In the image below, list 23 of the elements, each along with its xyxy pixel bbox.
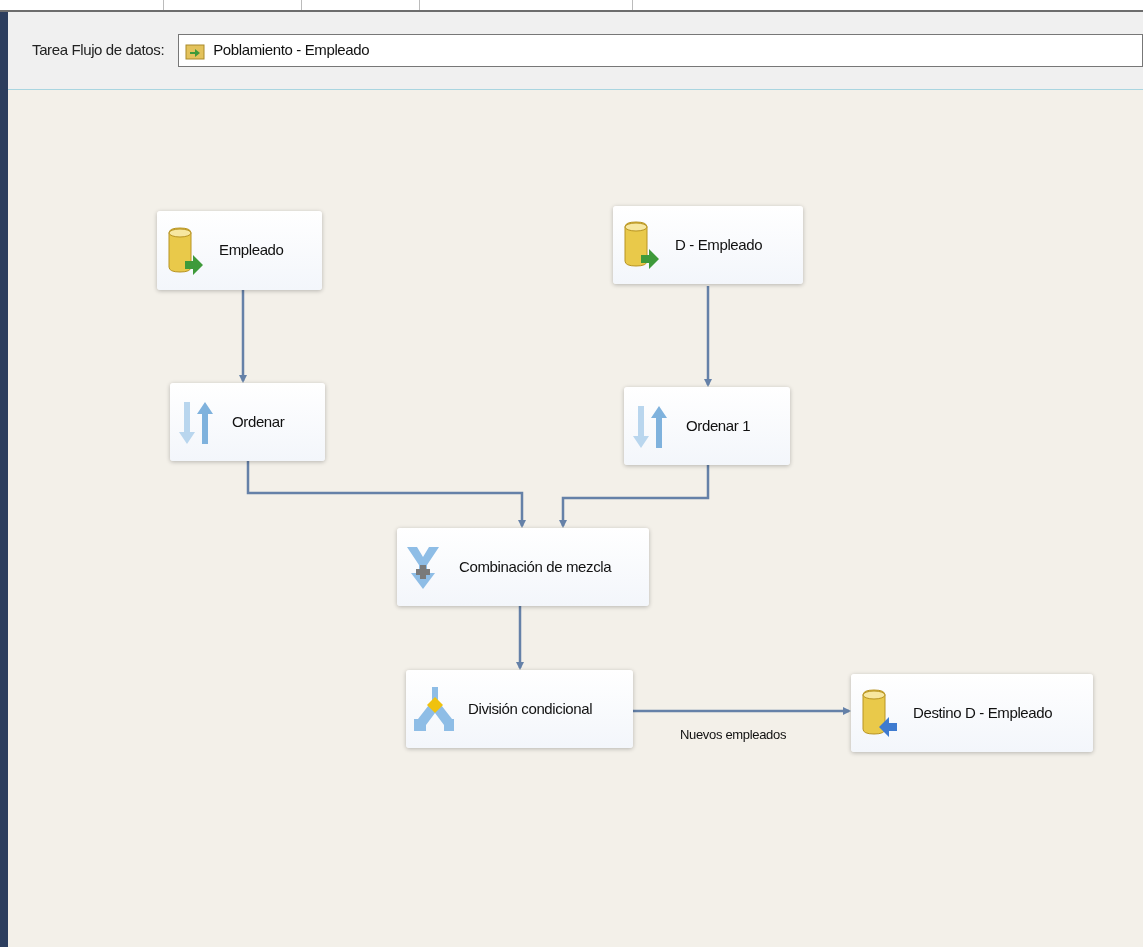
node-label: D - Empleado — [675, 234, 763, 255]
flow-node[interactable]: División condicional — [406, 670, 633, 748]
task-label: Tarea Flujo de datos: — [32, 40, 165, 61]
flow-node[interactable]: Destino D - Empleado — [851, 674, 1093, 752]
flow-node[interactable]: Combinación de mezcla — [397, 528, 649, 606]
flow-node[interactable]: D - Empleado — [613, 206, 803, 284]
connector-arrow — [516, 606, 524, 670]
database-icon — [165, 226, 205, 275]
node-label: Combinación de mezcla — [459, 556, 612, 577]
node-label: División condicional — [468, 698, 593, 719]
task-dropdown[interactable]: Poblamiento - Empleado — [178, 34, 1143, 67]
node-label: Empleado — [219, 240, 284, 261]
split-icon — [414, 685, 454, 733]
node-label: Ordenar 1 — [686, 415, 751, 436]
flow-node[interactable]: Empleado — [157, 211, 322, 290]
connector-label: Nuevos empleados — [680, 726, 787, 744]
node-label: Ordenar — [232, 411, 285, 432]
node-label: Destino D - Empleado — [913, 702, 1053, 723]
flow-node[interactable]: Ordenar 1 — [624, 387, 790, 465]
database-icon — [621, 221, 661, 269]
flow-node[interactable]: Ordenar — [170, 383, 325, 461]
folder-task-icon — [185, 41, 206, 60]
database-icon — [859, 689, 899, 737]
